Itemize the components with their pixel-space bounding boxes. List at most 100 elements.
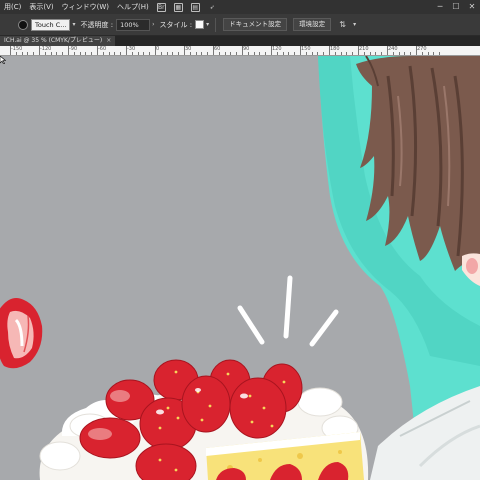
ruler-tick — [143, 52, 145, 55]
ruler-tick — [247, 52, 249, 55]
close-button[interactable]: ✕ — [464, 0, 480, 14]
ruler-tick — [259, 52, 261, 55]
ruler-tick — [62, 52, 64, 55]
ruler-tick — [56, 52, 58, 55]
arrange-documents-icon[interactable]: ▤ — [190, 2, 200, 12]
ruler-tick — [253, 52, 255, 55]
menu-view[interactable]: 表示(V) — [25, 0, 57, 14]
horizontal-ruler[interactable]: -150 -120 -90 -60 -30 0 30 60 90 120 150 180 210 240 2… — [0, 46, 480, 56]
maximize-button[interactable]: ☐ — [448, 0, 464, 14]
bridge-icon[interactable]: Br — [156, 2, 166, 12]
ruler-tick — [10, 46, 11, 55]
chevron-down-icon[interactable]: ▾ — [353, 21, 356, 28]
ruler-tick — [207, 52, 209, 55]
arrange-icon[interactable]: ⇅ — [337, 19, 348, 30]
close-icon[interactable]: × — [106, 37, 111, 44]
chevron-down-icon[interactable]: ▾ — [206, 21, 209, 28]
minimize-button[interactable]: ─ — [432, 0, 448, 14]
ruler-tick — [375, 52, 377, 55]
mouse-cursor-icon — [0, 56, 6, 64]
control-bar: Touch C... ▾ 不透明度 : 100% › スタイル : ▾ ドキュメ… — [0, 14, 480, 36]
document-tab-label: ICH.ai @ 35 % (CMYK/プレビュー) — [4, 37, 103, 44]
style-swatch[interactable] — [195, 20, 205, 29]
ruler-tick — [329, 46, 330, 55]
sparkle-lines — [237, 275, 339, 347]
floating-strawberry — [0, 298, 43, 369]
chevron-right-icon[interactable]: › — [152, 21, 154, 28]
ruler-tick — [427, 52, 429, 55]
ruler-tick — [387, 46, 388, 55]
ruler-tick — [102, 52, 104, 55]
ruler-tick — [398, 52, 400, 55]
document-setup-button[interactable]: ドキュメント設定 — [223, 18, 288, 31]
ruler-tick — [201, 52, 203, 55]
ruler-tick — [155, 46, 156, 55]
ruler-tick — [352, 52, 354, 55]
style-label: スタイル : — [159, 20, 193, 29]
ruler-tick — [166, 52, 168, 55]
brush-name-field[interactable]: Touch C... — [31, 18, 71, 31]
ruler-tick — [218, 52, 220, 55]
ruler-tick — [79, 52, 81, 55]
ruler-tick — [305, 52, 307, 55]
ruler-tick — [120, 52, 122, 55]
ruler-tick — [421, 52, 423, 55]
brush-swatch[interactable] — [18, 19, 28, 30]
ruler-tick — [433, 52, 435, 55]
ruler-tick — [160, 52, 162, 55]
ruler-tick — [131, 52, 133, 55]
document-tab-bar: ICH.ai @ 35 % (CMYK/プレビュー) × — [0, 36, 480, 46]
ruler-tick — [68, 46, 69, 55]
menu-window[interactable]: ウィンドウ(W) — [58, 0, 113, 14]
document-tab[interactable]: ICH.ai @ 35 % (CMYK/プレビュー) × — [0, 36, 116, 46]
ruler-tick — [184, 46, 185, 55]
ruler-tick — [311, 52, 313, 55]
ruler-tick — [323, 52, 325, 55]
menu-edit[interactable]: 用(C) — [0, 0, 25, 14]
opacity-label: 不透明度 : — [80, 20, 114, 29]
artwork — [0, 56, 480, 480]
ruler-tick — [334, 52, 336, 55]
ruler-tick — [149, 52, 151, 55]
ruler-tick — [189, 52, 191, 55]
ruler-tick — [230, 52, 232, 55]
ruler-tick — [340, 52, 342, 55]
ruler-tick — [126, 46, 127, 55]
ruler-tick — [73, 52, 75, 55]
ruler-tick — [242, 46, 243, 55]
ruler-tick — [27, 52, 29, 55]
ruler-tick — [236, 52, 238, 55]
workspace-icon[interactable]: ▦ — [173, 2, 183, 12]
launch-icon[interactable]: ➶ — [208, 3, 217, 12]
ruler-tick — [114, 52, 116, 55]
ruler-tick — [39, 46, 40, 55]
ruler-tick — [91, 52, 93, 55]
opacity-input[interactable]: 100% — [116, 18, 151, 31]
artboard-canvas[interactable] — [0, 56, 480, 480]
ruler-tick — [15, 52, 17, 55]
ruler-tick — [369, 52, 371, 55]
ruler-tick — [294, 52, 296, 55]
ruler-tick — [282, 52, 284, 55]
ruler-tick — [381, 52, 383, 55]
separator — [215, 17, 217, 32]
ruler-tick — [213, 46, 214, 55]
ruler-tick — [410, 52, 412, 55]
ruler-tick — [108, 52, 110, 55]
ruler-tick — [276, 52, 278, 55]
ruler-tick — [50, 52, 52, 55]
ruler-tick — [363, 52, 365, 55]
ruler-tick — [300, 46, 301, 55]
ruler-tick — [33, 52, 35, 55]
ruler-tick — [265, 52, 267, 55]
ruler-label: 0 — [156, 46, 160, 52]
menu-bar: 用(C) 表示(V) ウィンドウ(W) ヘルプ(H) Br ▦ ▤ ➶ ─ ☐ … — [0, 0, 480, 14]
preferences-button[interactable]: 環境設定 — [293, 18, 332, 31]
menu-help[interactable]: ヘルプ(H) — [113, 0, 153, 14]
ruler-tick — [178, 52, 180, 55]
ruler-tick — [97, 46, 98, 55]
ruler-tick — [288, 52, 290, 55]
chevron-down-icon[interactable]: ▾ — [72, 21, 75, 28]
ruler-tick — [392, 52, 394, 55]
ruler-tick — [271, 46, 272, 55]
